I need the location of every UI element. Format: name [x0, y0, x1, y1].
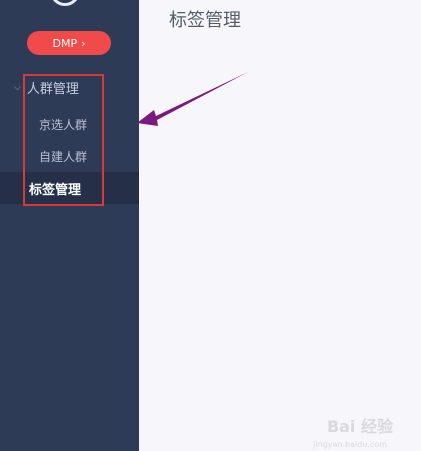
- watermark-url: jingyan.baidu.com: [313, 440, 387, 449]
- watermark: Bai 经验: [326, 417, 393, 436]
- annotation-arrow: [137, 72, 248, 126]
- arrow-icon: [137, 72, 248, 126]
